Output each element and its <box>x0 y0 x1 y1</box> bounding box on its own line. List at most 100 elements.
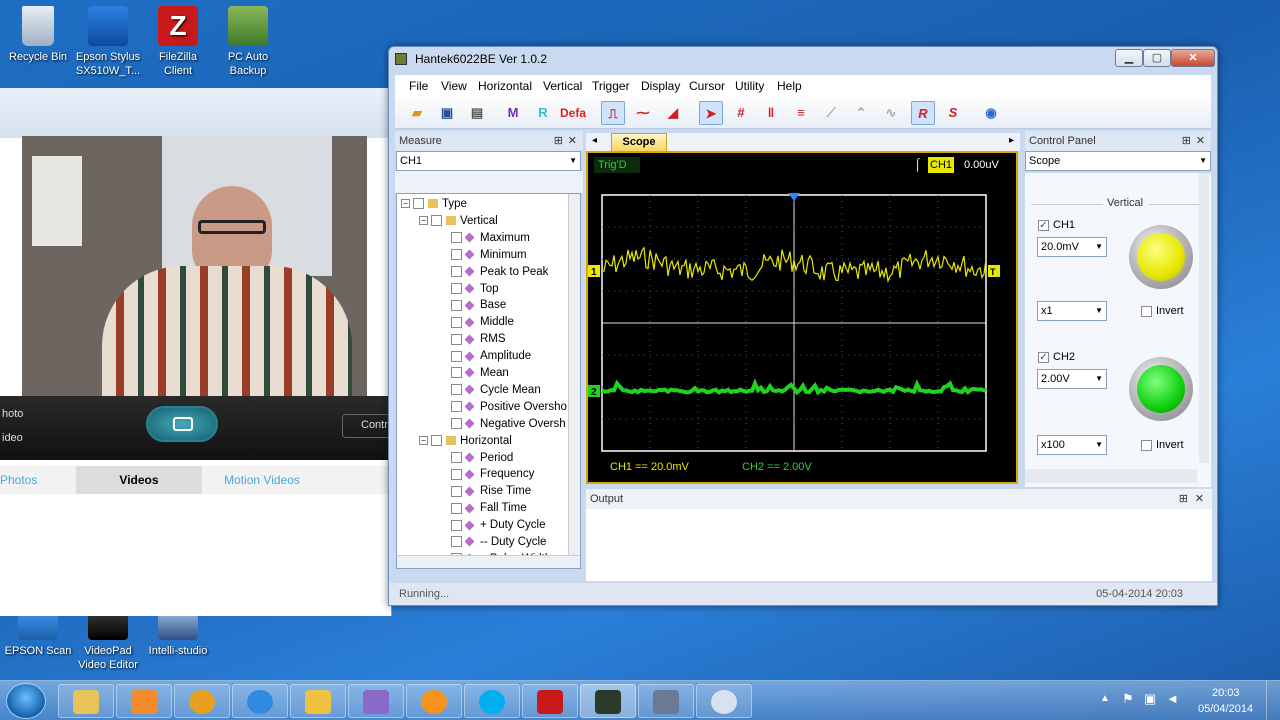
desktop-icon-epson-scan[interactable]: EPSON Scan <box>0 614 76 658</box>
dashed-wave-icon[interactable]: ⁓ <box>631 101 655 125</box>
ch1-invert-checkbox[interactable]: Invert <box>1141 305 1184 317</box>
sine-icon[interactable]: ∿ <box>879 101 903 125</box>
menu-vertical[interactable]: Vertical <box>543 79 582 93</box>
ch2-probe-select[interactable]: x100 ▼ <box>1037 435 1107 455</box>
taskbar-mail[interactable] <box>290 684 346 718</box>
control-mode-select[interactable]: Scope ▼ <box>1025 151 1211 171</box>
tree-item[interactable]: Cycle Mean <box>451 382 541 399</box>
video-mode-label[interactable]: ideo <box>2 432 23 444</box>
desktop-icon-pc-auto-backup[interactable]: PC Auto Backup <box>210 6 286 78</box>
checkbox-icon[interactable] <box>451 451 462 463</box>
capture-button[interactable] <box>146 406 218 442</box>
checkbox-icon[interactable] <box>451 232 462 244</box>
default-button[interactable]: Defa <box>555 101 591 125</box>
tab-photos[interactable]: Photos <box>0 466 60 494</box>
peak-icon[interactable]: ⌃ <box>849 101 873 125</box>
panel-close-icon[interactable]: ✕ <box>1196 131 1205 151</box>
tree-item[interactable]: Maximum <box>451 230 530 247</box>
control-panel-hscrollbar[interactable] <box>1025 469 1197 483</box>
reference-r-icon[interactable]: R <box>531 101 555 125</box>
tree-group-vertical[interactable]: − Vertical <box>419 213 498 230</box>
line-icon[interactable]: ⟋ <box>819 101 843 125</box>
taskbar-hantek[interactable] <box>580 684 636 718</box>
photo-mode-label[interactable]: hoto <box>2 408 23 420</box>
taskbar-bitcoin[interactable] <box>406 684 462 718</box>
tree-item[interactable]: Positive Oversho <box>451 399 567 416</box>
tree-group-horizontal[interactable]: − Horizontal <box>419 433 512 450</box>
tree-item[interactable]: Middle <box>451 314 514 331</box>
checkbox-icon[interactable] <box>451 266 462 278</box>
measure-channel-select[interactable]: CH1 ▼ <box>396 151 581 171</box>
checkbox-icon[interactable] <box>451 249 462 261</box>
volume-icon[interactable]: ◄ <box>1166 691 1179 706</box>
network-icon[interactable]: ▣ <box>1144 691 1156 707</box>
open-folder-icon[interactable]: ▰ <box>405 101 429 125</box>
tree-item[interactable]: Rise Time <box>451 483 531 500</box>
control-panel-scrollbar[interactable] <box>1199 173 1209 463</box>
save-s-icon[interactable]: S <box>941 101 965 125</box>
tree-item[interactable]: Period <box>451 450 513 467</box>
taskbar-app-mixer[interactable] <box>348 684 404 718</box>
menu-help[interactable]: Help <box>777 79 802 93</box>
desktop-icon-intelli-studio[interactable]: Intelli-studio <box>140 614 216 658</box>
horizontal-cursor-icon[interactable]: ≡ <box>789 101 813 125</box>
clock-date[interactable]: 05/04/2014 <box>1198 703 1253 715</box>
desktop-icon-filezilla[interactable]: Z FileZilla Client <box>140 6 216 78</box>
record-r-icon[interactable]: R <box>911 101 935 125</box>
checkbox-icon[interactable] <box>451 316 462 328</box>
desktop-icon-epson-stylus[interactable]: Epson Stylus SX510W_T... <box>70 6 146 78</box>
close-button[interactable]: ✕ <box>1171 49 1215 67</box>
checkbox-icon[interactable] <box>451 519 462 531</box>
taskbar-internet-explorer[interactable] <box>232 684 288 718</box>
taskbar-filezilla[interactable] <box>522 684 578 718</box>
desktop-icon-recycle-bin[interactable]: Recycle Bin <box>0 6 76 64</box>
menu-trigger[interactable]: Trigger <box>592 79 630 93</box>
tree-item[interactable]: RMS <box>451 331 506 348</box>
taskbar-skype[interactable] <box>464 684 520 718</box>
menu-cursor[interactable]: Cursor <box>689 79 725 93</box>
tree-item[interactable]: Fall Time <box>451 500 527 517</box>
checkbox-icon[interactable] <box>451 299 462 311</box>
clock-time[interactable]: 20:03 <box>1212 687 1240 699</box>
tree-item[interactable]: Base <box>451 297 506 314</box>
grid-icon[interactable]: # <box>729 101 753 125</box>
taskbar-explorer[interactable] <box>58 684 114 718</box>
ramp-wave-icon[interactable]: ◢ <box>661 101 685 125</box>
print-icon[interactable]: ▤ <box>465 101 489 125</box>
menu-horizontal[interactable]: Horizontal <box>478 79 532 93</box>
save-icon[interactable]: ▣ <box>435 101 459 125</box>
help-icon[interactable]: ◉ <box>979 101 1003 125</box>
checkbox-icon[interactable] <box>451 282 462 294</box>
taskbar-app-face[interactable] <box>174 684 230 718</box>
pulse-wave-icon[interactable]: ⎍ <box>601 101 625 125</box>
ch2-enable-checkbox[interactable]: ✓ CH2 <box>1038 351 1075 363</box>
checkbox-icon[interactable] <box>451 468 462 480</box>
tree-item[interactable]: -- Duty Cycle <box>451 534 546 551</box>
panel-close-icon[interactable]: ✕ <box>568 131 577 151</box>
taskbar-disc[interactable] <box>696 684 752 718</box>
show-desktop-button[interactable] <box>1266 681 1280 720</box>
tray-expand-icon[interactable]: ▲ <box>1100 693 1110 704</box>
tree-type[interactable]: − Type <box>401 196 467 213</box>
checkbox-icon[interactable] <box>451 418 462 430</box>
ch1-volts-knob[interactable] <box>1129 225 1193 289</box>
tree-item[interactable]: Minimum <box>451 247 527 264</box>
checkbox-icon[interactable] <box>451 485 462 497</box>
checkbox-icon[interactable] <box>451 536 462 548</box>
tree-item[interactable]: Peak to Peak <box>451 264 548 281</box>
menu-display[interactable]: Display <box>641 79 680 93</box>
collapse-icon[interactable]: − <box>419 436 428 446</box>
tree-item[interactable]: + Duty Cycle <box>451 517 546 534</box>
measure-m-icon[interactable]: M <box>501 101 525 125</box>
pin-icon[interactable]: ⊞ <box>554 131 563 151</box>
tab-left-arrow-icon[interactable]: ◂ <box>592 135 597 146</box>
checkbox-icon[interactable] <box>451 384 462 396</box>
tree-item[interactable]: Mean <box>451 365 509 382</box>
tab-right-arrow-icon[interactable]: ▸ <box>1009 135 1014 146</box>
checkbox-icon[interactable] <box>451 350 462 362</box>
panel-close-icon[interactable]: ✕ <box>1195 489 1204 509</box>
menu-utility[interactable]: Utility <box>735 79 764 93</box>
maximize-button[interactable]: ▢ <box>1143 49 1171 67</box>
tree-hscrollbar[interactable] <box>397 555 580 568</box>
pin-icon[interactable]: ⊞ <box>1179 489 1188 509</box>
